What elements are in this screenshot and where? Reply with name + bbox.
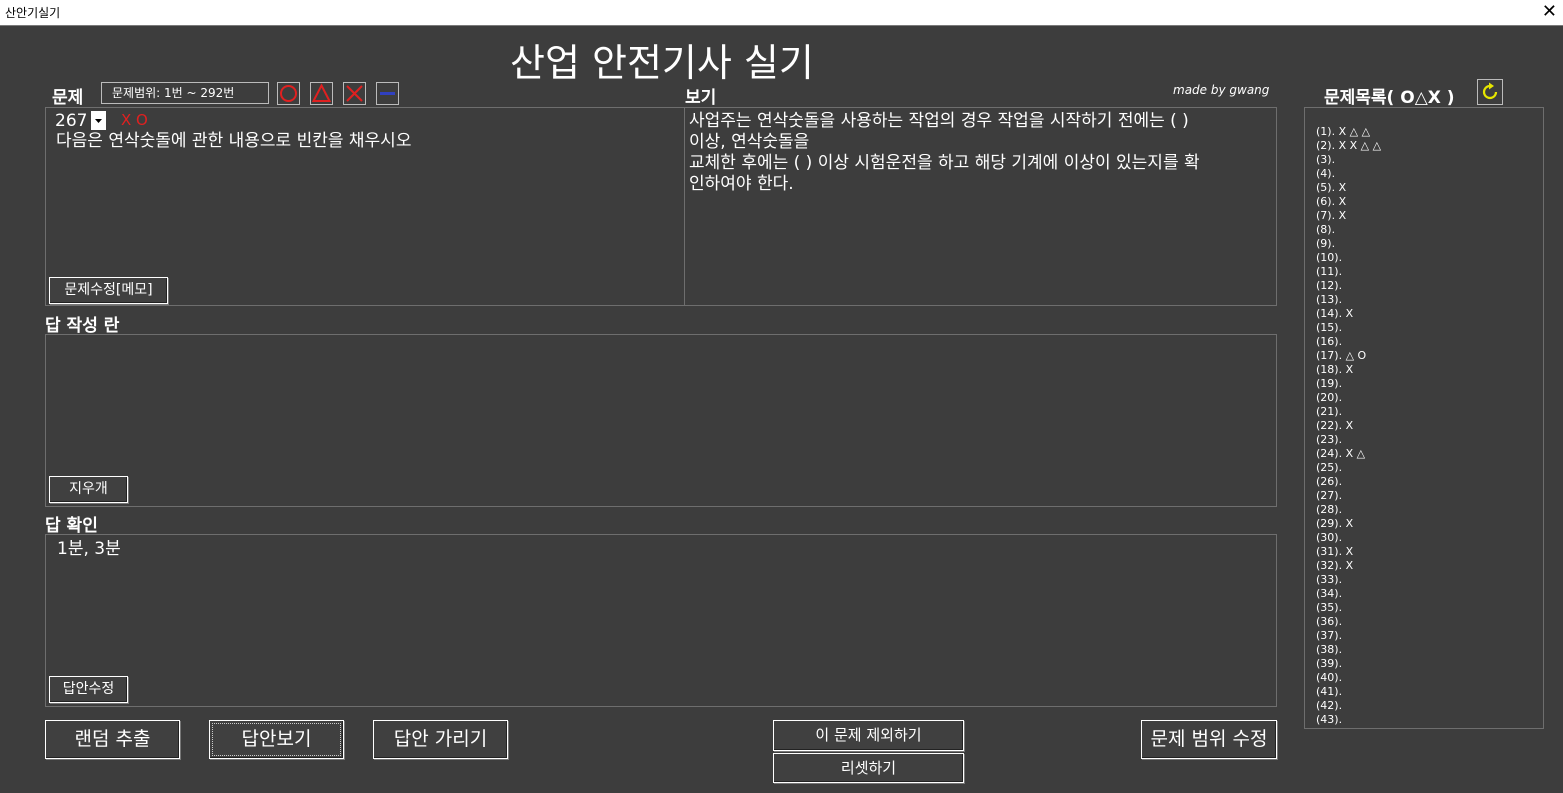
question-list-item[interactable]: (8). xyxy=(1316,223,1543,237)
question-list-item[interactable]: (12). xyxy=(1316,279,1543,293)
edit-range-button[interactable]: 문제 범위 수정 xyxy=(1141,720,1277,759)
question-list-item[interactable]: (29). X xyxy=(1316,517,1543,531)
question-list-item[interactable]: (22). X xyxy=(1316,419,1543,433)
view-line: 이상, 연삭숫돌을 xyxy=(689,132,810,152)
question-list-item[interactable]: (21). xyxy=(1316,405,1543,419)
view-label: 보기 xyxy=(685,88,717,108)
question-number-select[interactable]: 267 xyxy=(53,110,111,131)
view-line: 사업주는 연삭숫돌을 사용하는 작업의 경우 작업을 시작하기 전에는 ( ) xyxy=(689,111,1189,131)
question-list-item[interactable]: (7). X xyxy=(1316,209,1543,223)
question-list-item[interactable]: (5). X xyxy=(1316,181,1543,195)
question-list-item[interactable]: (40). xyxy=(1316,671,1543,685)
x-icon xyxy=(346,85,363,102)
question-list-item[interactable]: (33). xyxy=(1316,573,1543,587)
question-list-item[interactable]: (28). xyxy=(1316,503,1543,517)
question-list-item[interactable]: (19). xyxy=(1316,377,1543,391)
question-list-title: 문제목록( O△X ) xyxy=(1324,88,1455,108)
question-list-item[interactable]: (38). xyxy=(1316,643,1543,657)
mark-dash-button[interactable] xyxy=(376,82,399,105)
question-list-item[interactable]: (24). X △ xyxy=(1316,447,1543,461)
answer-check-panel: 1분, 3분 답안수정 xyxy=(45,534,1277,707)
answer-check-label: 답 확인 xyxy=(45,516,98,536)
question-label: 문제 xyxy=(52,88,84,108)
question-list-item[interactable]: (20). xyxy=(1316,391,1543,405)
eraser-button[interactable]: 지우개 xyxy=(49,476,128,503)
question-range-field: 문제범위: 1번 ~ 292번 xyxy=(101,82,269,104)
question-list-item[interactable]: (14). X xyxy=(1316,307,1543,321)
question-list-item[interactable]: (23). xyxy=(1316,433,1543,447)
question-list-item[interactable]: (2). X X △ △ xyxy=(1316,139,1543,153)
mark-x-button[interactable] xyxy=(343,82,366,105)
circle-icon xyxy=(280,85,297,102)
question-list-item[interactable]: (4). xyxy=(1316,167,1543,181)
refresh-button[interactable] xyxy=(1477,79,1503,105)
question-list-item[interactable]: (13). xyxy=(1316,293,1543,307)
chevron-down-icon[interactable] xyxy=(91,111,106,130)
question-list-item[interactable]: (34). xyxy=(1316,587,1543,601)
question-list-item[interactable]: (27). xyxy=(1316,489,1543,503)
view-line: 인하여야 한다. xyxy=(689,174,794,194)
question-list-item[interactable]: (25). xyxy=(1316,461,1543,475)
question-list-item[interactable]: (31). X xyxy=(1316,545,1543,559)
triangle-icon xyxy=(311,83,332,102)
question-list-item[interactable]: (15). xyxy=(1316,321,1543,335)
window-title: 산안기실기 xyxy=(5,6,61,20)
question-number: 267 xyxy=(55,111,88,131)
question-list-item[interactable]: (36). xyxy=(1316,615,1543,629)
view-panel: 사업주는 연삭숫돌을 사용하는 작업의 경우 작업을 시작하기 전에는 ( ) … xyxy=(684,107,1277,306)
answer-check-value: 1분, 3분 xyxy=(57,539,121,559)
question-list-item[interactable]: (26). xyxy=(1316,475,1543,489)
question-list-item[interactable]: (6). X xyxy=(1316,195,1543,209)
question-list-item[interactable]: (1). X △ △ xyxy=(1316,125,1543,139)
refresh-icon xyxy=(1482,82,1498,100)
mark-circle-button[interactable] xyxy=(277,82,300,105)
random-button[interactable]: 랜덤 추출 xyxy=(45,720,180,759)
window-titlebar: 산안기실기 ✕ xyxy=(0,0,1563,25)
exclude-question-button[interactable]: 이 문제 제외하기 xyxy=(773,720,964,751)
question-panel: 267 X O 다음은 연삭숫돌에 관한 내용으로 빈칸을 채우시오 문제수정[… xyxy=(45,107,685,306)
question-list-item[interactable]: (17). △ O xyxy=(1316,349,1543,363)
close-icon[interactable]: ✕ xyxy=(1542,0,1557,24)
question-list-item[interactable]: (39). xyxy=(1316,657,1543,671)
hide-answer-button[interactable]: 답안 가리기 xyxy=(373,720,508,759)
credit-text: made by gwang xyxy=(1173,83,1270,97)
question-list-item[interactable]: (35). xyxy=(1316,601,1543,615)
dash-icon xyxy=(380,92,395,95)
show-answer-button[interactable]: 답안보기 xyxy=(209,720,344,759)
app-title: 산업 안전기사 실기 xyxy=(510,41,814,85)
question-list-item[interactable]: (41). xyxy=(1316,685,1543,699)
titlebar-divider xyxy=(0,25,1563,26)
question-list-item[interactable]: (43). xyxy=(1316,713,1543,727)
question-text: 다음은 연삭숫돌에 관한 내용으로 빈칸을 채우시오 xyxy=(56,131,412,151)
question-list-item[interactable]: (42). xyxy=(1316,699,1543,713)
question-list-item[interactable]: (32). X xyxy=(1316,559,1543,573)
question-list-item[interactable]: (9). xyxy=(1316,237,1543,251)
mark-triangle-button[interactable] xyxy=(310,82,333,105)
question-list-item[interactable]: (3). xyxy=(1316,153,1543,167)
edit-question-button[interactable]: 문제수정[메모] xyxy=(49,277,168,304)
question-list: (1). X △ △ (2). X X △ △ (3). (4). (5). X (6).… xyxy=(1304,107,1544,729)
question-list-item[interactable]: (10). xyxy=(1316,251,1543,265)
question-list-item[interactable]: (11). xyxy=(1316,265,1543,279)
answer-write-label: 답 작성 란 xyxy=(45,316,120,336)
edit-answer-button[interactable]: 답안수정 xyxy=(49,676,128,703)
view-line: 교체한 후에는 ( ) 이상 시험운전을 하고 해당 기계에 이상이 있는지를 … xyxy=(689,153,1200,173)
question-list-item[interactable]: (37). xyxy=(1316,629,1543,643)
question-mark-history: X O xyxy=(121,111,148,129)
answer-input[interactable]: 지우개 xyxy=(45,334,1277,507)
question-list-item[interactable]: (30). xyxy=(1316,531,1543,545)
question-list-item[interactable]: (16). xyxy=(1316,335,1543,349)
question-list-item[interactable]: (18). X xyxy=(1316,363,1543,377)
reset-button[interactable]: 리셋하기 xyxy=(773,753,964,783)
